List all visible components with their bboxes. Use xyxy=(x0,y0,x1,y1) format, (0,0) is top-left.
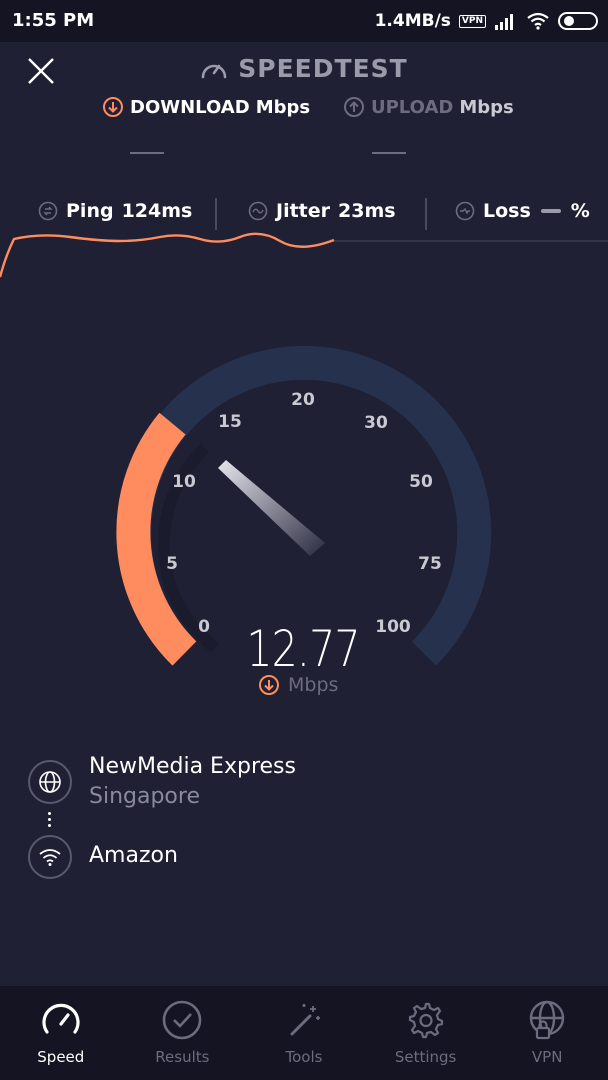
tick-20: 20 xyxy=(291,390,315,410)
download-value-placeholder xyxy=(130,152,164,154)
status-time: 1:55 PM xyxy=(12,10,95,31)
download-arrow-icon xyxy=(103,97,123,117)
nav-settings-label: Settings xyxy=(394,1048,457,1066)
upload-label: UPLOAD xyxy=(371,96,454,118)
app-title: SPEEDTEST xyxy=(0,54,608,83)
isp-globe[interactable] xyxy=(28,760,72,804)
nav-tools-label: Tools xyxy=(285,1048,323,1066)
nav-speed-label: Speed xyxy=(37,1048,85,1066)
app-title-text: SPEEDTEST xyxy=(238,54,408,83)
gauge-needle xyxy=(218,460,325,556)
signal-icon xyxy=(495,14,513,30)
speedometer-icon xyxy=(201,64,227,78)
toggle-icon xyxy=(558,12,598,30)
download-mode[interactable]: DOWNLOAD Mbps xyxy=(102,96,310,118)
speed-unit: Mbps xyxy=(258,674,338,696)
speed-unit-label: Mbps xyxy=(288,674,339,696)
tick-10: 10 xyxy=(172,472,196,492)
nav-vpn[interactable]: VPN xyxy=(486,986,608,1080)
loss-label: Loss xyxy=(483,200,531,222)
globe-icon xyxy=(39,771,61,793)
loss-dash xyxy=(540,209,561,213)
loss-icon xyxy=(455,201,475,221)
tick-15: 15 xyxy=(218,412,242,432)
nav-speed[interactable]: Speed xyxy=(0,986,122,1080)
isp-name[interactable]: NewMedia Express xyxy=(89,754,296,779)
nav-vpn-label: VPN xyxy=(531,1048,563,1066)
vpn-badge: VPN xyxy=(458,14,486,28)
gear-icon xyxy=(408,1002,443,1039)
check-circle-icon xyxy=(163,1000,202,1040)
loss-value: % xyxy=(570,200,590,222)
ping-label: Ping xyxy=(66,200,114,222)
gauge-ticks: 0 5 10 15 20 30 50 75 100 xyxy=(166,390,442,637)
tick-5: 5 xyxy=(166,554,178,574)
ping-metric: Ping 124ms xyxy=(38,200,192,222)
upload-mode[interactable]: UPLOAD Mbps xyxy=(343,96,514,118)
download-arrow-icon xyxy=(259,675,279,695)
tick-0: 0 xyxy=(198,617,210,637)
loss-metric: Loss % xyxy=(455,200,590,222)
nav-tools[interactable]: Tools xyxy=(243,986,365,1080)
nav-results[interactable]: Results xyxy=(122,986,244,1080)
host-wifi[interactable] xyxy=(28,835,72,879)
speed-value: 12.77 xyxy=(246,620,360,678)
jitter-label: Jitter xyxy=(276,200,331,222)
wifi-icon xyxy=(39,849,61,866)
status-bar: 1:55 PM 1.4MB/s VPN xyxy=(0,0,608,42)
wifi-icon xyxy=(527,12,549,30)
ping-graph xyxy=(0,232,608,278)
tick-75: 75 xyxy=(418,554,442,574)
tick-30: 30 xyxy=(364,413,388,433)
tick-50: 50 xyxy=(409,472,433,492)
speedometer-icon xyxy=(42,1003,80,1034)
connector-dots xyxy=(48,812,52,830)
magic-wand-icon xyxy=(290,1004,320,1036)
network-rate: 1.4MB/s xyxy=(374,11,451,31)
isp-location: Singapore xyxy=(89,784,200,809)
nav-settings[interactable]: Settings xyxy=(365,986,487,1080)
upload-unit: Mbps xyxy=(459,96,514,118)
upload-arrow-icon xyxy=(344,97,364,117)
globe-lock-icon xyxy=(529,1000,565,1040)
download-label: DOWNLOAD xyxy=(130,96,250,118)
jitter-value: 23ms xyxy=(338,200,396,222)
upload-value-placeholder xyxy=(372,152,406,154)
download-unit: Mbps xyxy=(255,96,311,118)
ping-icon xyxy=(38,201,58,221)
host-name[interactable]: Amazon xyxy=(89,843,178,868)
jitter-icon xyxy=(248,201,268,221)
jitter-metric: Jitter 23ms xyxy=(248,200,396,222)
nav-results-label: Results xyxy=(155,1048,210,1066)
ping-value: 124ms xyxy=(121,200,193,222)
status-indicators: 1.4MB/s VPN xyxy=(375,8,598,34)
bottom-nav: Speed Results Tools Settings VPN xyxy=(0,986,608,1080)
